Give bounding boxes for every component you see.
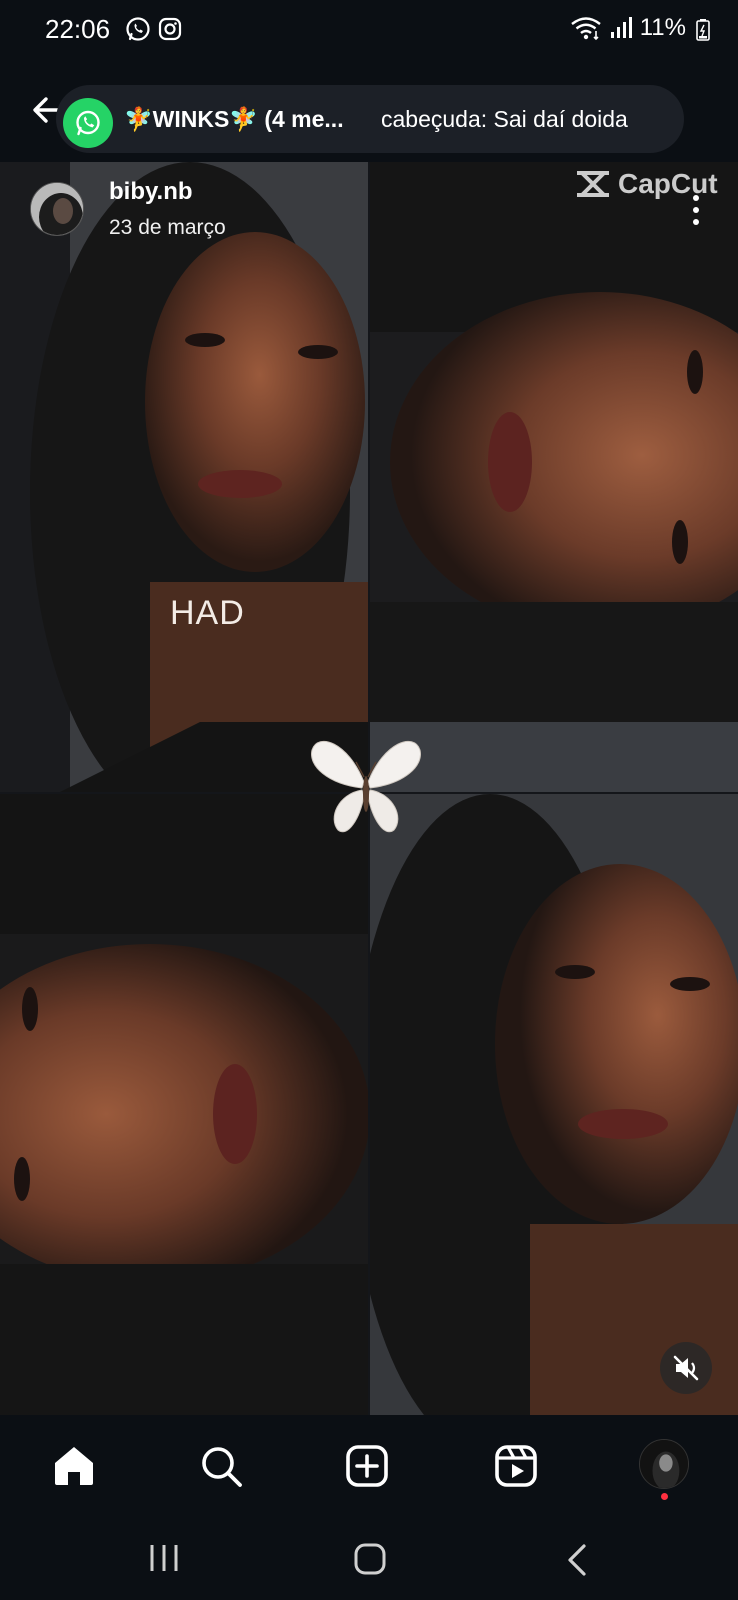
bottom-navigation xyxy=(0,1415,738,1515)
profile-notification-dot xyxy=(661,1493,668,1500)
speaker-muted-icon xyxy=(673,1355,699,1381)
system-navigation-bar xyxy=(0,1515,738,1600)
photo-tile-top-right xyxy=(370,162,738,792)
status-right: 11% xyxy=(570,14,686,42)
status-time: 22:06 xyxy=(45,14,111,44)
home-button[interactable] xyxy=(354,1543,386,1575)
notification-message: cabeçuda: Sai daí doida xyxy=(381,106,628,132)
battery-percent: 11% xyxy=(639,14,686,41)
post-date: 23 de março xyxy=(109,216,226,239)
nav-profile-avatar[interactable] xyxy=(639,1439,689,1489)
capcut-logo-icon xyxy=(577,171,609,197)
post-media[interactable]: HAD CapCut biby.nb 23 de março xyxy=(0,162,738,1415)
nav-home[interactable] xyxy=(51,1443,97,1489)
whatsapp-icon xyxy=(126,17,150,41)
photo-tile-bottom-right xyxy=(370,794,738,1415)
home-icon xyxy=(55,1447,93,1485)
mute-button[interactable] xyxy=(660,1342,712,1394)
butterfly-icon xyxy=(311,740,421,833)
create-icon xyxy=(346,1445,388,1487)
video-overlay-text: HAD xyxy=(170,594,245,632)
status-bar: 22:06 11% xyxy=(0,0,738,62)
back-button[interactable] xyxy=(566,1543,588,1577)
nav-reels[interactable] xyxy=(493,1443,539,1489)
signal-icon xyxy=(610,17,632,38)
search-icon xyxy=(202,1447,242,1487)
photo-tile-bottom-left xyxy=(0,794,368,1415)
nav-search[interactable] xyxy=(198,1443,244,1489)
status-app-icons xyxy=(125,16,183,42)
recents-button[interactable] xyxy=(148,1543,180,1573)
whatsapp-badge-icon xyxy=(63,98,113,148)
notification-title: 🧚WINKS🧚 (4 me... xyxy=(124,106,344,132)
instagram-icon xyxy=(158,17,182,41)
post-username[interactable]: biby.nb xyxy=(109,178,193,206)
more-options-icon[interactable] xyxy=(684,190,708,230)
nav-create[interactable] xyxy=(344,1443,390,1489)
reels-icon xyxy=(495,1445,537,1487)
post-avatar[interactable] xyxy=(30,182,84,236)
wifi-icon xyxy=(570,17,601,41)
photo-tile-top-left xyxy=(0,162,368,792)
battery-icon xyxy=(696,19,710,41)
